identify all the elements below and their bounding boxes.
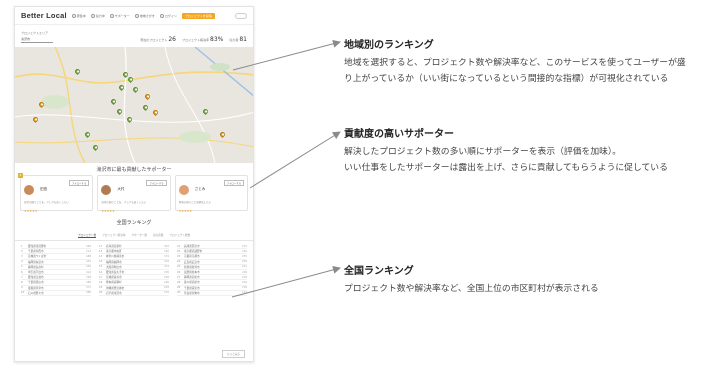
annotation-national-ranking: 全国ランキング プロジェクト数や解決率など、全国上位の市区町村が表示される <box>344 262 690 297</box>
arrow-supporters <box>249 131 341 189</box>
annotation-body-2: いい仕事をしたサポーターは露出を上げ、さらに貢献してもらうように促している <box>344 163 668 173</box>
annotation-title: 全国ランキング <box>344 266 414 277</box>
annotation-title: 地域別のランキング <box>344 40 434 51</box>
arrow-national-ranking <box>231 265 341 298</box>
annotation-body: プロジェクト数や解決率など、全国上位の市区町村が表示される <box>344 284 599 294</box>
annotation-title: 貢献度の高いサポーター <box>344 129 454 140</box>
annotation-area-ranking: 地域別のランキング 地域を選択すると、プロジェクト数や解決率など、このサービスを… <box>344 36 690 87</box>
annotation-body: 解決したプロジェクト数の多い順にサポーターを表示（評価を加味）。 <box>344 147 622 157</box>
annotation-body: 地域を選択すると、プロジェクト数や解決率など、このサービスを使ってユーザーが盛り… <box>344 58 686 84</box>
arrow-area-ranking <box>232 39 341 71</box>
annotation-supporters: 貢献度の高いサポーター 解決したプロジェクト数の多い順にサポーターを表示（評価を… <box>344 125 690 176</box>
